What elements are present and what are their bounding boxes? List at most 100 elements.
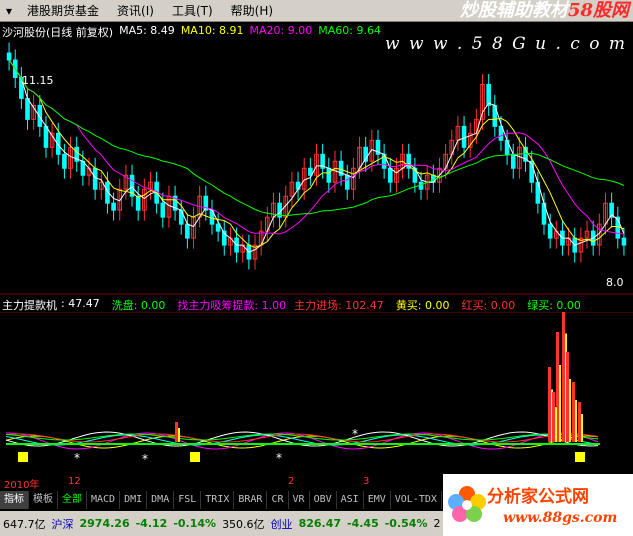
candle-down xyxy=(344,174,350,190)
indicator-star: * xyxy=(352,427,358,441)
menu-hk-futures-funds[interactable]: 港股期货基金 xyxy=(18,2,108,19)
fxj-logo-url: www.88gs.com xyxy=(503,510,618,526)
status-amount1: 647.7亿 xyxy=(3,517,46,531)
candle-down xyxy=(621,237,627,246)
indicator-spike xyxy=(562,312,565,442)
candle-down xyxy=(308,167,313,176)
brand-watermark: 炒股辅助教材58股网 xyxy=(460,0,629,22)
indicator-block xyxy=(575,452,585,462)
candle-down xyxy=(510,153,516,169)
fxj-logo: 分析家公式网 www.88gs.com xyxy=(443,474,633,536)
ma10-value: MA10: 8.91 xyxy=(180,24,244,37)
candle-down xyxy=(111,202,116,211)
tab-vr[interactable]: VR xyxy=(289,491,310,509)
low-price-label: 8.0 xyxy=(606,276,624,289)
tab-asi[interactable]: ASI xyxy=(337,491,364,509)
brand-text: 炒股辅助教材 xyxy=(459,0,568,21)
indicator-spike xyxy=(175,422,178,442)
fxj-logo-title: 分析家公式网 xyxy=(487,487,589,507)
tab-brar[interactable]: BRAR xyxy=(234,491,268,509)
candle-down xyxy=(92,167,98,190)
price-info-line: 沙河股份(日线 前复权) MA5: 8.49 MA10: 8.91 MA20: … xyxy=(2,24,381,39)
brand-site: 58股网 xyxy=(567,0,629,21)
indicator-block xyxy=(18,452,28,462)
axis-label-2: 2 xyxy=(288,476,295,487)
tab-dma[interactable]: DMA xyxy=(147,491,175,509)
status-tail: 2 xyxy=(433,517,441,530)
status-pct1: -0.14% xyxy=(173,517,217,530)
indicator-name[interactable]: 主力提款机 xyxy=(2,297,57,312)
status-price1: 2974.26 xyxy=(79,517,130,530)
candle-down xyxy=(547,223,553,239)
indicator-spike-yellow xyxy=(178,428,180,442)
indicator-tabbar: 指标 模板 全部 MACD DMI DMA FSL TRIX BRAR CR V… xyxy=(0,491,460,509)
yellow-buy-value: 黄买: 0.00 xyxy=(395,299,450,312)
stock-title[interactable]: 沙河股份(日线 前复权) xyxy=(2,24,113,39)
tab-trix[interactable]: TRIX xyxy=(201,491,235,509)
tab-emv[interactable]: EMV xyxy=(364,491,391,509)
status-price2: 826.47 xyxy=(298,517,342,530)
menu-info[interactable]: 资讯(I) xyxy=(108,2,163,19)
ma20-value: MA20: 9.00 xyxy=(249,24,313,37)
find-value: 找主力吸筹提款: 1.00 xyxy=(177,299,287,312)
status-amount2: 350.6亿 xyxy=(222,517,265,531)
indicator-block xyxy=(190,452,200,462)
status-pct2: -0.54% xyxy=(384,517,428,530)
indicator-star: * xyxy=(142,452,148,466)
tab-template[interactable]: 模板 xyxy=(29,491,58,509)
axis-label-12: 12 xyxy=(68,476,81,487)
candle-down xyxy=(387,167,393,183)
indicator-spike-yellow xyxy=(581,414,583,442)
ma60-value: MA60: 9.64 xyxy=(318,24,381,37)
wash-value: 洗盘: 0.00 xyxy=(111,299,166,312)
candle-down xyxy=(135,195,141,211)
candle-down xyxy=(185,223,190,239)
indicator-spike xyxy=(552,392,555,442)
candle-down xyxy=(43,125,49,148)
indicator-star: * xyxy=(74,451,80,465)
indicator-spike-yellow xyxy=(555,407,557,442)
candle-down xyxy=(326,167,332,183)
candle-down xyxy=(461,125,467,148)
indicator-info-line: 主力提款机 : 47.47 洗盘: 0.00 找主力吸筹提款: 1.00 主力进… xyxy=(2,297,581,312)
menu-tools[interactable]: 工具(T) xyxy=(163,2,222,19)
flower-logo-icon xyxy=(448,486,486,522)
candle-down xyxy=(160,202,166,218)
tab-dmi[interactable]: DMI xyxy=(120,491,148,509)
candle-down xyxy=(6,52,12,61)
indicator-spike-yellow xyxy=(559,365,561,442)
candle-down xyxy=(486,83,491,106)
indicator-chart[interactable]: * * * * xyxy=(0,312,633,477)
indicator-spike xyxy=(566,352,569,442)
tab-all[interactable]: 全部 xyxy=(58,491,87,509)
price-chart[interactable] xyxy=(0,40,633,295)
indicator-value: : 47.47 xyxy=(61,297,100,310)
indicator-spike xyxy=(548,367,551,442)
green-buy-value: 绿买: 0.00 xyxy=(527,299,581,312)
tab-obv[interactable]: OBV xyxy=(310,491,337,509)
high-price-label: 11.15 xyxy=(22,74,54,87)
indicator-spike-yellow xyxy=(575,400,577,442)
indicator-star: * xyxy=(276,451,282,465)
status-index1[interactable]: 沪深 xyxy=(52,516,74,532)
axis-label-2010: 2010年 xyxy=(4,480,40,491)
axis-label-3: 3 xyxy=(363,476,370,487)
indicator-spike-yellow xyxy=(569,379,571,442)
tab-indicator[interactable]: 指标 xyxy=(0,491,29,509)
menu-help[interactable]: 帮助(H) xyxy=(222,2,282,19)
status-index2[interactable]: 创业 xyxy=(271,516,293,532)
red-buy-value: 红买: 0.00 xyxy=(461,299,516,312)
window-menu-icon[interactable]: ▾ xyxy=(0,4,18,18)
tab-macd[interactable]: MACD xyxy=(87,491,121,509)
enter-value: 主力进场: 102.47 xyxy=(294,299,384,312)
ma5-value: MA5: 8.49 xyxy=(119,24,175,37)
indicator-spike xyxy=(578,402,581,442)
tab-cr[interactable]: CR xyxy=(267,491,289,509)
candle-down xyxy=(62,153,67,169)
tab-fsl[interactable]: FSL xyxy=(174,491,202,509)
status-chg2: -4.45 xyxy=(347,517,379,530)
indicator-spike xyxy=(572,382,575,442)
tab-vol-tdx[interactable]: VOL-TDX xyxy=(391,491,442,509)
candle-down xyxy=(25,97,30,120)
status-chg1: -4.12 xyxy=(135,517,168,530)
